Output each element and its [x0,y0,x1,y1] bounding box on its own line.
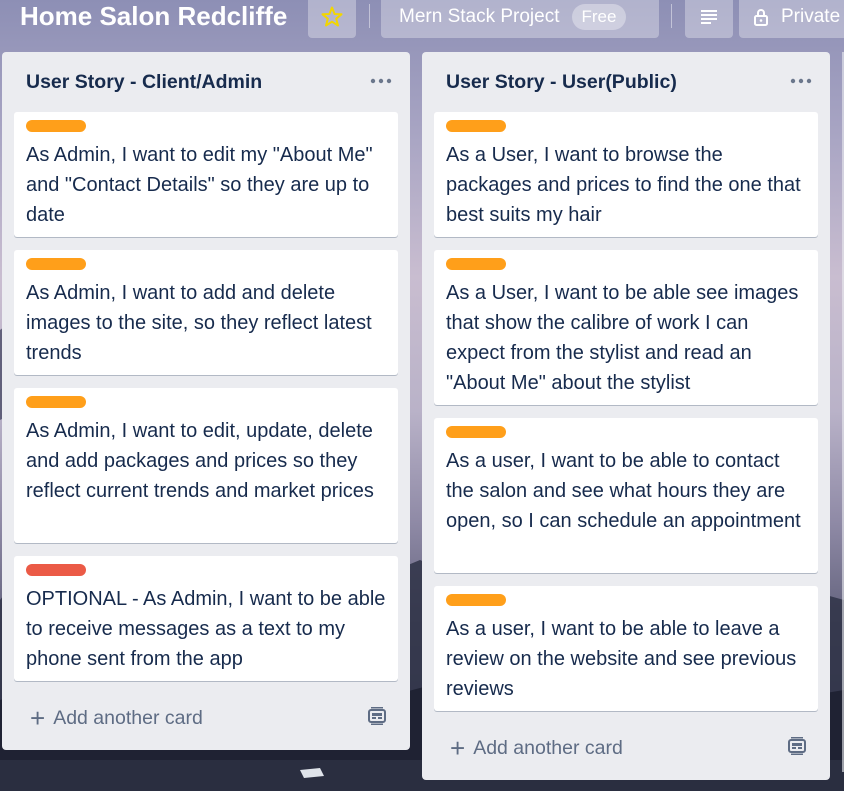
card-title: As a user, I want to be able to leave a … [446,618,797,700]
card-title: As a user, I want to be able to contact … [446,450,801,532]
card-label-orange[interactable] [446,258,506,270]
card-title: As Admin, I want to add and delete image… [26,282,372,364]
card[interactable]: As a user, I want to be able to contact … [434,418,818,573]
plus-icon: + [450,733,466,763]
card-template-icon[interactable] [366,705,388,727]
card[interactable]: OPTIONAL - As Admin, I want to be able t… [14,556,398,681]
card-title: OPTIONAL - As Admin, I want to be able t… [26,588,386,670]
header-divider [671,4,672,28]
visibility-label: Private [781,6,841,27]
card-label-orange[interactable] [26,258,86,270]
card[interactable]: As a user, I want to be able to leave a … [434,586,818,711]
card-label-orange[interactable] [446,594,506,606]
list-title[interactable]: User Story - Client/Admin [26,68,262,96]
card-title: As Admin, I want to edit, update, delete… [26,420,374,502]
board-header: Home Salon Redcliffe Mern Stack Project … [0,0,844,40]
card[interactable]: As Admin, I want to edit, update, delete… [14,388,398,543]
board-menu-button[interactable] [685,0,733,38]
card-label-orange[interactable] [26,120,86,132]
list-client-admin: User Story - Client/Admin As Admin, I wa… [2,52,410,750]
card-title: As a User, I want to be able see images … [446,282,799,394]
star-board-button[interactable] [308,0,356,38]
add-card-button[interactable]: + Add another card [450,733,623,763]
card[interactable]: As Admin, I want to edit my "About Me" a… [14,112,398,237]
card-label-orange[interactable] [446,426,506,438]
more-horizontal-icon[interactable] [366,66,396,96]
header-divider [369,4,370,28]
workspace-name: Mern Stack Project [399,6,560,27]
more-horizontal-icon[interactable] [786,66,816,96]
card[interactable]: As a User, I want to browse the packages… [434,112,818,237]
board-title[interactable]: Home Salon Redcliffe [20,0,287,34]
workspace-button[interactable]: Mern Stack Project Free [381,0,659,38]
visibility-button[interactable]: Private [739,0,844,38]
menu-lines-icon [701,10,717,24]
list-title[interactable]: User Story - User(Public) [446,68,677,96]
plus-icon: + [30,703,46,733]
star-icon [321,6,343,27]
card-label-orange[interactable] [26,396,86,408]
card-title: As a User, I want to browse the packages… [446,144,801,226]
card-label-red[interactable] [26,564,86,576]
plan-badge: Free [571,4,627,30]
add-card-button[interactable]: + Add another card [30,703,203,733]
add-card-label: Add another card [53,707,203,729]
card-label-orange[interactable] [446,120,506,132]
card-template-icon[interactable] [786,735,808,757]
card[interactable]: As a User, I want to be able see images … [434,250,818,405]
lock-icon [754,9,768,26]
card-title: As Admin, I want to edit my "About Me" a… [26,144,373,226]
card[interactable]: As Admin, I want to add and delete image… [14,250,398,375]
list-user-public: User Story - User(Public) As a User, I w… [422,52,830,780]
add-card-label: Add another card [473,737,623,759]
